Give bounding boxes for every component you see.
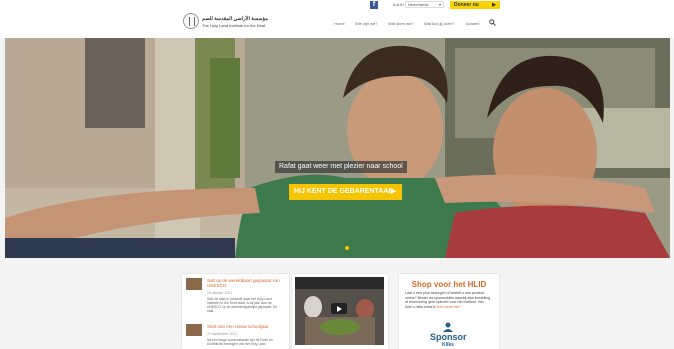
shop-title: Shop voor het HLID [411, 280, 487, 289]
font-size-control[interactable]: A A A+ [393, 2, 405, 7]
logo-english-text[interactable]: The Holy Land Institute for the Deaf [202, 23, 265, 28]
nav-actueel[interactable]: Actueel [466, 21, 479, 26]
slider-dot[interactable] [345, 246, 349, 250]
news-excerpt: Na een lange zomervakantie zijn de Dove … [207, 338, 273, 346]
news-date: 27 september 2021 [207, 332, 238, 336]
arrow-right-icon: ▶ [390, 188, 396, 195]
page: f A A A+ Nederlands ▾ Doneer nu ▶ مؤسسة … [0, 0, 674, 349]
shop-text: Laat u een plus bezorgen of bestelt u ee… [405, 291, 491, 309]
news-title[interactable]: Salt op de wereldkaart geplaatst van UNE… [207, 278, 283, 288]
hero-photo [5, 38, 670, 258]
sponsorkliks-wordmark[interactable]: Sponsor [430, 332, 467, 342]
news-excerpt: Salt, de stad in Jordanië waar het Holy … [207, 297, 278, 313]
logo-icon[interactable] [183, 13, 199, 29]
sponsorkliks-logo-icon[interactable] [441, 322, 455, 332]
nav-home[interactable]: Home [334, 21, 345, 26]
shop-link[interactable]: Hoe werkt het? [437, 305, 461, 309]
shop-card: Shop voor het HLID Laat u een plus bezor… [399, 274, 499, 349]
news-thumbnail[interactable] [186, 278, 202, 290]
language-value: Nederlands [408, 2, 429, 7]
play-icon[interactable] [331, 303, 347, 314]
video-card [292, 274, 388, 349]
chevron-down-icon: ▾ [438, 2, 441, 7]
hero-slider[interactable]: Rafat gaat weer met plezier naar school … [5, 38, 670, 258]
video-player[interactable] [295, 277, 384, 345]
search-icon[interactable] [489, 19, 496, 26]
nav-wat-doen-we[interactable]: Wat doen we? [388, 21, 413, 26]
language-select[interactable]: Nederlands ▾ [405, 1, 444, 8]
news-card: Salt op de wereldkaart geplaatst van UNE… [182, 274, 289, 349]
news-thumbnail[interactable] [186, 324, 202, 336]
facebook-icon[interactable]: f [370, 1, 378, 9]
nav-wat-kun-jij-doen[interactable]: Wat kun jij doen? [424, 21, 455, 26]
news-date: 15 oktober 2021 [207, 291, 233, 295]
news-title[interactable]: Start van een nieuw schooljaar [207, 324, 283, 329]
donate-button[interactable]: Doneer nu ▶ [450, 1, 500, 9]
utility-bar: f A A A+ Nederlands ▾ Doneer nu ▶ [0, 0, 674, 10]
slide-caption: Rafat gaat weer met plezier naar school [275, 161, 407, 173]
cta-label: HIJ KENT DE GEBARENTAAL [294, 188, 393, 195]
cta-button[interactable]: HIJ KENT DE GEBARENTAAL ▶ [289, 184, 402, 200]
donate-label: Doneer nu [454, 2, 479, 8]
arrow-right-icon: ▶ [492, 2, 496, 8]
nav-wie-zijn-we[interactable]: Wie zijn we? [355, 21, 377, 26]
sponsorkliks-subwordmark[interactable]: Kliks [442, 342, 454, 348]
site-header: مؤسسة الأراضي المقدسة للصم The Holy Land… [0, 10, 674, 38]
logo-arabic-text[interactable]: مؤسسة الأراضي المقدسة للصم [202, 16, 268, 22]
